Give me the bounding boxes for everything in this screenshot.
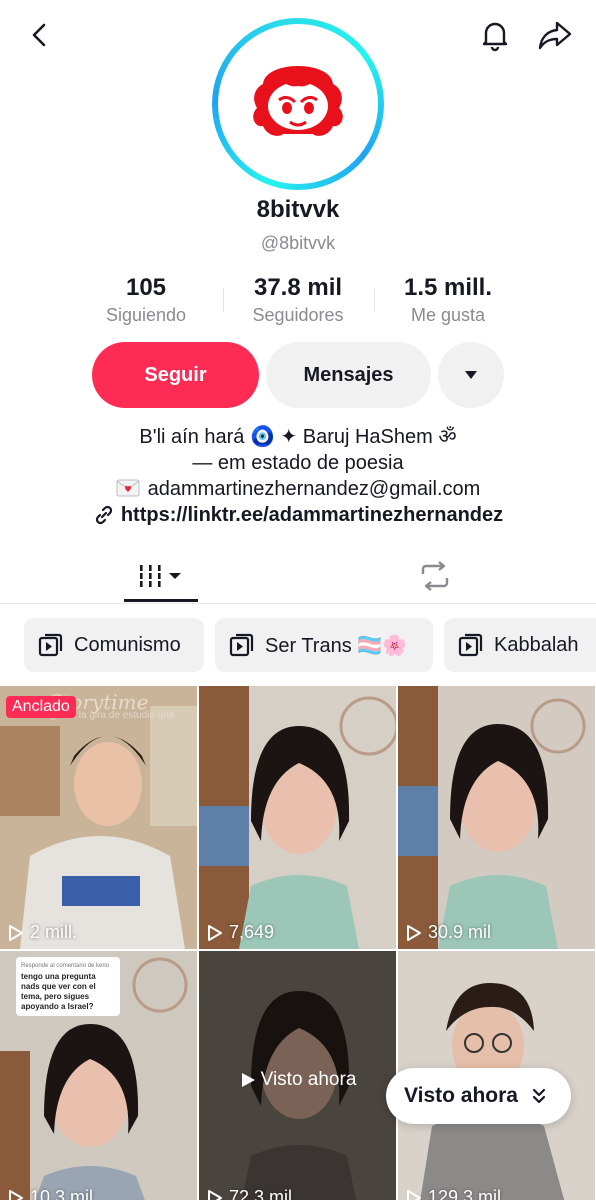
stat-divider xyxy=(223,288,224,312)
view-count-text: 30.9 mil xyxy=(428,922,492,942)
play-icon xyxy=(241,1073,255,1087)
videos-grid-icon xyxy=(140,564,181,587)
view-count-text: 2 mill. xyxy=(30,922,78,942)
view-count-text: 129.3 mil xyxy=(428,1187,502,1200)
playlist-icon xyxy=(229,633,254,657)
follow-button[interactable]: Seguir xyxy=(92,342,259,408)
stat-value: 105 xyxy=(125,274,167,301)
video-frame xyxy=(199,686,396,949)
video-thumbnail[interactable]: Responde al comentario de kerio tengo un… xyxy=(0,951,197,1200)
playlist-label: Ser Trans 🏳️‍⚧️🌸 xyxy=(265,634,408,657)
stat-likes[interactable]: 1.5 mill. Me gusta xyxy=(368,274,528,326)
watched-text: Visto ahora xyxy=(260,1069,357,1090)
bio: B'li aín hará 🧿 ✦ Baruj HaShem ॐ — em es… xyxy=(0,424,596,528)
profile-actions: Seguir Mensajes xyxy=(0,342,596,408)
watched-overlay: Visto ahora xyxy=(199,1069,396,1091)
play-outline-icon xyxy=(9,1189,23,1200)
reply-card: Responde al comentario de kerio tengo un… xyxy=(16,957,120,1016)
stat-value: 37.8 mil xyxy=(253,274,343,301)
love-letter-icon xyxy=(116,479,140,497)
playlist-chip-kabbalah[interactable]: Kabbalah xyxy=(444,618,596,672)
stats: 105 Siguiendo 37.8 mil Seguidores 1.5 mi… xyxy=(0,274,596,334)
reply-card-text: tengo una pregunta nads que ver con el t… xyxy=(21,972,96,1011)
share-icon[interactable] xyxy=(533,13,577,57)
watched-now-label: Visto ahora xyxy=(404,1084,518,1107)
playlist-chips: Comunismo Ser Trans 🏳️‍⚧️🌸 Kabbalah xyxy=(0,616,596,672)
video-frame xyxy=(398,686,595,949)
stat-value: 1.5 mill. xyxy=(403,274,493,301)
view-count-text: 72.3 mil xyxy=(229,1187,293,1200)
tab-videos[interactable] xyxy=(124,548,198,603)
view-count: 30.9 mil xyxy=(406,922,491,943)
playlist-chip-comunismo[interactable]: Comunismo xyxy=(24,618,204,672)
avatar-image xyxy=(218,24,378,184)
bio-link[interactable]: https://linktr.ee/adammartinezhernandez xyxy=(121,502,503,528)
view-count: 2 mill. xyxy=(8,922,77,943)
caret-down-icon xyxy=(465,371,477,379)
link-icon xyxy=(95,505,112,525)
view-count: 10.3 mil xyxy=(8,1187,93,1200)
stat-label: Seguidores xyxy=(252,305,344,325)
bio-line: B'li aín hará 🧿 ✦ Baruj HaShem ॐ xyxy=(139,426,457,448)
bio-email-row: adammartinezhernandez@gmail.com xyxy=(0,476,596,502)
video-thumbnail[interactable]: Visto ahora 72.3 mil xyxy=(199,951,396,1200)
play-outline-icon xyxy=(407,924,421,941)
playlist-icon xyxy=(38,633,63,657)
profile-tabs xyxy=(0,548,596,604)
repost-icon xyxy=(421,560,449,591)
watched-now-button[interactable]: Visto ahora xyxy=(386,1068,571,1124)
video-thumbnail[interactable]: 7,649 xyxy=(199,686,396,949)
reply-card-header: Responde al comentario de kerio xyxy=(21,963,110,969)
active-tab-indicator xyxy=(124,599,198,602)
view-count: 7,649 xyxy=(207,922,274,943)
playlist-label: Comunismo xyxy=(74,633,181,656)
view-count: 72.3 mil xyxy=(207,1187,292,1200)
back-icon[interactable] xyxy=(18,13,62,57)
playlist-icon xyxy=(458,633,483,657)
view-count-text: 10.3 mil xyxy=(30,1187,94,1200)
bio-line: — em estado de poesia xyxy=(192,452,404,474)
playlist-chip-ser-trans[interactable]: Ser Trans 🏳️‍⚧️🌸 xyxy=(215,618,433,672)
messages-button[interactable]: Mensajes xyxy=(266,342,431,408)
tab-reposts[interactable] xyxy=(398,548,472,603)
play-outline-icon xyxy=(208,924,222,941)
stat-following[interactable]: 105 Siguiendo xyxy=(66,274,226,326)
playlist-label: Kabbalah xyxy=(494,633,579,656)
video-thumbnail[interactable]: Storytime me negaron la gira de estudio … xyxy=(0,686,197,949)
play-outline-icon xyxy=(407,1189,421,1200)
play-outline-icon xyxy=(208,1189,222,1200)
play-outline-icon xyxy=(9,924,23,941)
view-count-text: 7,649 xyxy=(229,922,275,942)
username: 8bitvvk xyxy=(256,196,340,223)
double-chevron-down-icon xyxy=(532,1088,546,1104)
stat-label: Siguiendo xyxy=(105,305,187,325)
view-count: 129.3 mil xyxy=(406,1187,501,1200)
bell-icon[interactable] xyxy=(473,13,517,57)
bio-link-row[interactable]: https://linktr.ee/adammartinezhernandez xyxy=(0,502,596,528)
video-thumbnail[interactable]: 30.9 mil xyxy=(398,686,595,949)
bio-email[interactable]: adammartinezhernandez@gmail.com xyxy=(148,478,481,500)
stat-divider xyxy=(374,288,375,312)
pinned-badge: Anclado xyxy=(6,696,76,718)
avatar[interactable] xyxy=(212,18,384,190)
video-frame xyxy=(0,686,197,949)
more-options-button[interactable] xyxy=(438,342,504,408)
stat-followers[interactable]: 37.8 mil Seguidores xyxy=(218,274,378,326)
stat-label: Me gusta xyxy=(410,305,486,325)
handle: @8bitvvk xyxy=(260,233,336,253)
